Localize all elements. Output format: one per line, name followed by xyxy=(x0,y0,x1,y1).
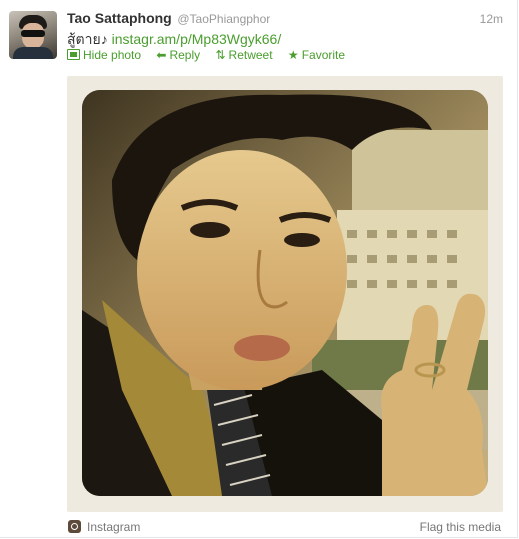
avatar-shirt xyxy=(13,47,53,59)
hide-photo-button[interactable]: Hide photo xyxy=(67,48,141,62)
avatar[interactable] xyxy=(9,11,57,59)
instagram-photo[interactable] xyxy=(82,90,488,496)
retweet-label: Retweet xyxy=(228,48,273,62)
tweet-timestamp[interactable]: 12m xyxy=(480,12,503,26)
tweet-header: Tao Sattaphong @TaoPhiangphor xyxy=(67,10,270,26)
reply-label: Reply xyxy=(169,48,201,62)
reply-button[interactable]: ⬅ Reply xyxy=(156,48,200,62)
retweet-button[interactable]: ⇅ Retweet xyxy=(215,48,272,62)
media-source-label: Instagram xyxy=(87,520,141,534)
favorite-label: Favorite xyxy=(301,48,346,62)
retweet-icon: ⇅ xyxy=(215,48,226,62)
author-username[interactable]: @TaoPhiangphor xyxy=(177,12,270,26)
favorite-button[interactable]: ★ Favorite xyxy=(288,48,345,62)
tweet-card: Tao Sattaphong @TaoPhiangphor 12m สู้ตาย… xyxy=(0,0,518,538)
tweet-actions: Hide photo ⬅ Reply ⇅ Retweet ★ Favorite xyxy=(67,48,357,62)
flag-media-link[interactable]: Flag this media xyxy=(420,520,501,534)
star-icon: ★ xyxy=(287,48,299,62)
tweet-link[interactable]: instagr.am/p/Mp83Wgyk66/ xyxy=(112,31,282,47)
tweet-text-prefix: สู้ตาย♪ xyxy=(67,31,108,47)
hide-photo-label: Hide photo xyxy=(83,48,142,62)
media-source[interactable]: Instagram xyxy=(68,520,140,534)
avatar-sunglasses xyxy=(21,30,45,37)
photo-icon xyxy=(67,49,80,60)
instagram-icon xyxy=(68,520,81,533)
media-container xyxy=(67,76,503,512)
author-fullname[interactable]: Tao Sattaphong xyxy=(67,10,172,26)
reply-icon: ⬅ xyxy=(156,48,167,62)
photo-illustration xyxy=(82,90,488,496)
